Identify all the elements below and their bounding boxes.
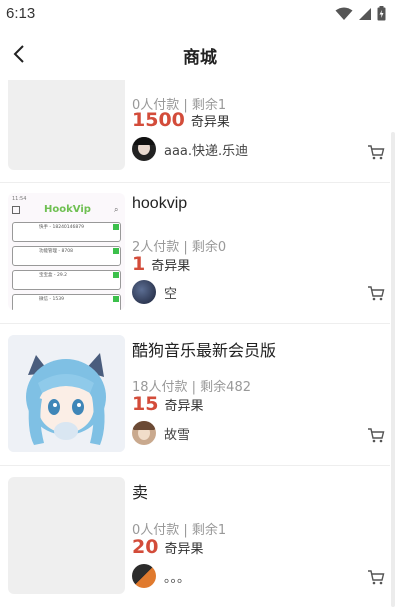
seller-row[interactable]: aaa.快递.乐迪 [132,137,248,161]
product-thumbnail [8,80,125,170]
cart-icon[interactable] [366,283,386,303]
product-price: 15 [132,393,159,415]
seller-avatar [132,137,156,161]
thumb-card: 微信 - 1539 [12,294,121,310]
product-price: 1 [132,253,146,275]
seller-row[interactable]: 空 [132,280,177,304]
seller-name: 空 [164,286,178,302]
product-thumbnail [8,477,125,594]
page-title: 商城 [183,48,217,68]
status-time: 6:13 [6,5,36,22]
price-row: 20 奇异果 [132,536,203,558]
seller-name: aaa.快递.乐迪 [164,143,249,159]
product-list[interactable]: 0人付款 | 剩余1 1500 奇异果 aaa.快递.乐迪 11:54 Hook… [0,80,400,607]
price-unit: 奇异果 [151,259,191,274]
thumb-statusbar: 11:54 [12,196,27,202]
signal-icon [359,7,371,20]
status-bar: 6:13 [0,0,400,28]
grid-icon [12,206,20,214]
thumb-card: 快手 - 18240146879 [12,222,121,242]
thumb-brand: HookVip [44,204,91,215]
price-unit: 奇异果 [190,115,230,130]
product-title: hookvip [132,195,188,212]
anime-cat-girl-image [8,335,125,452]
thumb-card: 宝宝盒 - 29.2 [12,270,121,290]
product-item[interactable]: 0人付款 | 剩余1 1500 奇异果 aaa.快递.乐迪 [0,80,390,182]
seller-avatar [132,280,156,304]
price-row: 15 奇异果 [132,393,203,415]
product-thumbnail: 11:54 HookVip ⌕ 快手 - 18240146879 功能管理 - … [8,193,125,310]
price-row: 1500 奇异果 [132,109,230,131]
battery-icon [377,6,386,21]
product-item[interactable]: 卖 0人付款 | 剩余1 20 奇异果 。。。 [0,466,390,607]
product-price: 20 [132,536,159,558]
price-unit: 奇异果 [164,542,204,557]
cart-icon[interactable] [366,425,386,445]
product-title: 酷狗音乐最新会员版 [132,343,277,360]
product-title: 卖 [132,485,149,502]
app-header: 商城 [0,28,400,80]
status-icons [335,6,386,21]
search-icon: ⌕ [114,205,119,214]
seller-avatar [132,421,156,445]
product-thumbnail [8,335,125,452]
cart-icon[interactable] [366,142,386,162]
seller-name: 。。。 [164,570,191,586]
seller-avatar [132,564,156,588]
wifi-icon [335,7,353,20]
thumb-card: 功能管理 - 8708 [12,246,121,266]
seller-row[interactable]: 。。。 [132,564,190,588]
price-row: 1 奇异果 [132,253,190,275]
seller-row[interactable]: 故雪 [132,421,190,445]
product-item[interactable]: 11:54 HookVip ⌕ 快手 - 18240146879 功能管理 - … [0,183,390,323]
seller-name: 故雪 [164,427,191,443]
price-unit: 奇异果 [164,399,204,414]
scrollbar[interactable] [391,132,395,607]
product-price: 1500 [132,109,185,131]
cart-icon[interactable] [366,567,386,587]
product-item[interactable]: 酷狗音乐最新会员版 18人付款 | 剩余482 15 奇异果 故雪 [0,324,390,465]
